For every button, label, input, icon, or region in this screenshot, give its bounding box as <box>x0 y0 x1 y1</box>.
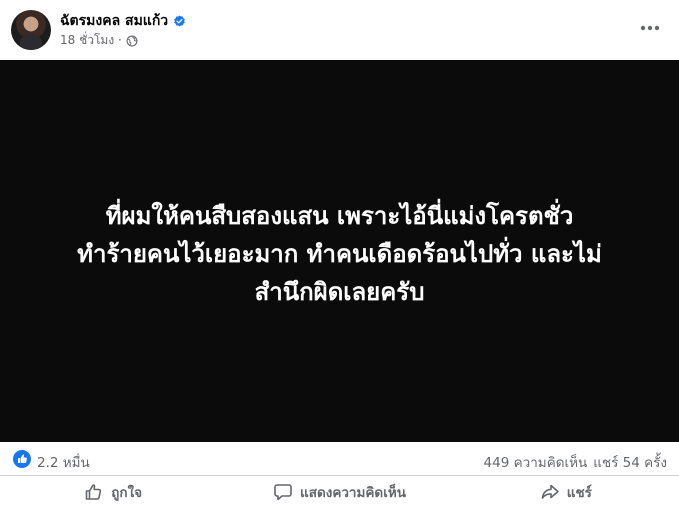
author-name[interactable]: ฉัตรมงคล สมแก้ว <box>60 10 168 32</box>
comment-icon <box>274 483 292 500</box>
post-image[interactable]: ที่ผมให้คนสืบสองแสน เพราะไอ้นี่แม่งโครตช… <box>0 60 679 442</box>
globe-icon <box>126 34 138 47</box>
comment-button[interactable]: แสดงความคิดเห็น <box>226 476 452 507</box>
verified-badge-icon <box>174 14 185 26</box>
like-button[interactable]: ถูกใจ <box>0 476 226 507</box>
stats-right: 449 ความคิดเห็น แชร์ 54 ครั้ง <box>484 451 667 473</box>
avatar[interactable] <box>11 10 51 50</box>
like-label: ถูกใจ <box>111 484 143 501</box>
share-button[interactable]: แชร์ <box>453 476 679 507</box>
thumbs-up-icon <box>85 483 102 500</box>
more-options-icon[interactable] <box>632 14 668 42</box>
share-count[interactable]: แชร์ 54 ครั้ง <box>593 451 667 473</box>
post-timestamp[interactable]: 18 ชั่วโมง · <box>60 31 122 50</box>
like-reaction-icon[interactable] <box>13 450 31 468</box>
share-icon <box>541 484 559 499</box>
post-quote-text: ที่ผมให้คนสืบสองแสน เพราะไอ้นี่แม่งโครตช… <box>20 197 660 311</box>
reaction-count[interactable]: 2.2 หมื่น <box>37 451 90 473</box>
action-bar: ถูกใจ แสดงความคิดเห็น แชร์ <box>0 476 679 507</box>
share-label: แชร์ <box>566 484 592 501</box>
post-stats: 2.2 หมื่น 449 ความคิดเห็น แชร์ 54 ครั้ง <box>0 442 679 476</box>
comment-count[interactable]: 449 ความคิดเห็น <box>484 451 588 473</box>
post-meta: 18 ชั่วโมง · <box>60 31 138 50</box>
post-header: ฉัตรมงคล สมแก้ว 18 ชั่วโมง · <box>0 0 679 60</box>
author-row: ฉัตรมงคล สมแก้ว <box>60 10 186 32</box>
quote-line: ทำร้ายคนไว้เยอะมาก ทำคนเดือดร้อนไปทั่ว แ… <box>77 240 602 268</box>
quote-line: สำนึกผิดเลยครับ <box>254 278 425 306</box>
comment-label: แสดงความคิดเห็น <box>300 484 406 501</box>
quote-line: ที่ผมให้คนสืบสองแสน เพราะไอ้นี่แม่งโครตช… <box>105 202 574 230</box>
